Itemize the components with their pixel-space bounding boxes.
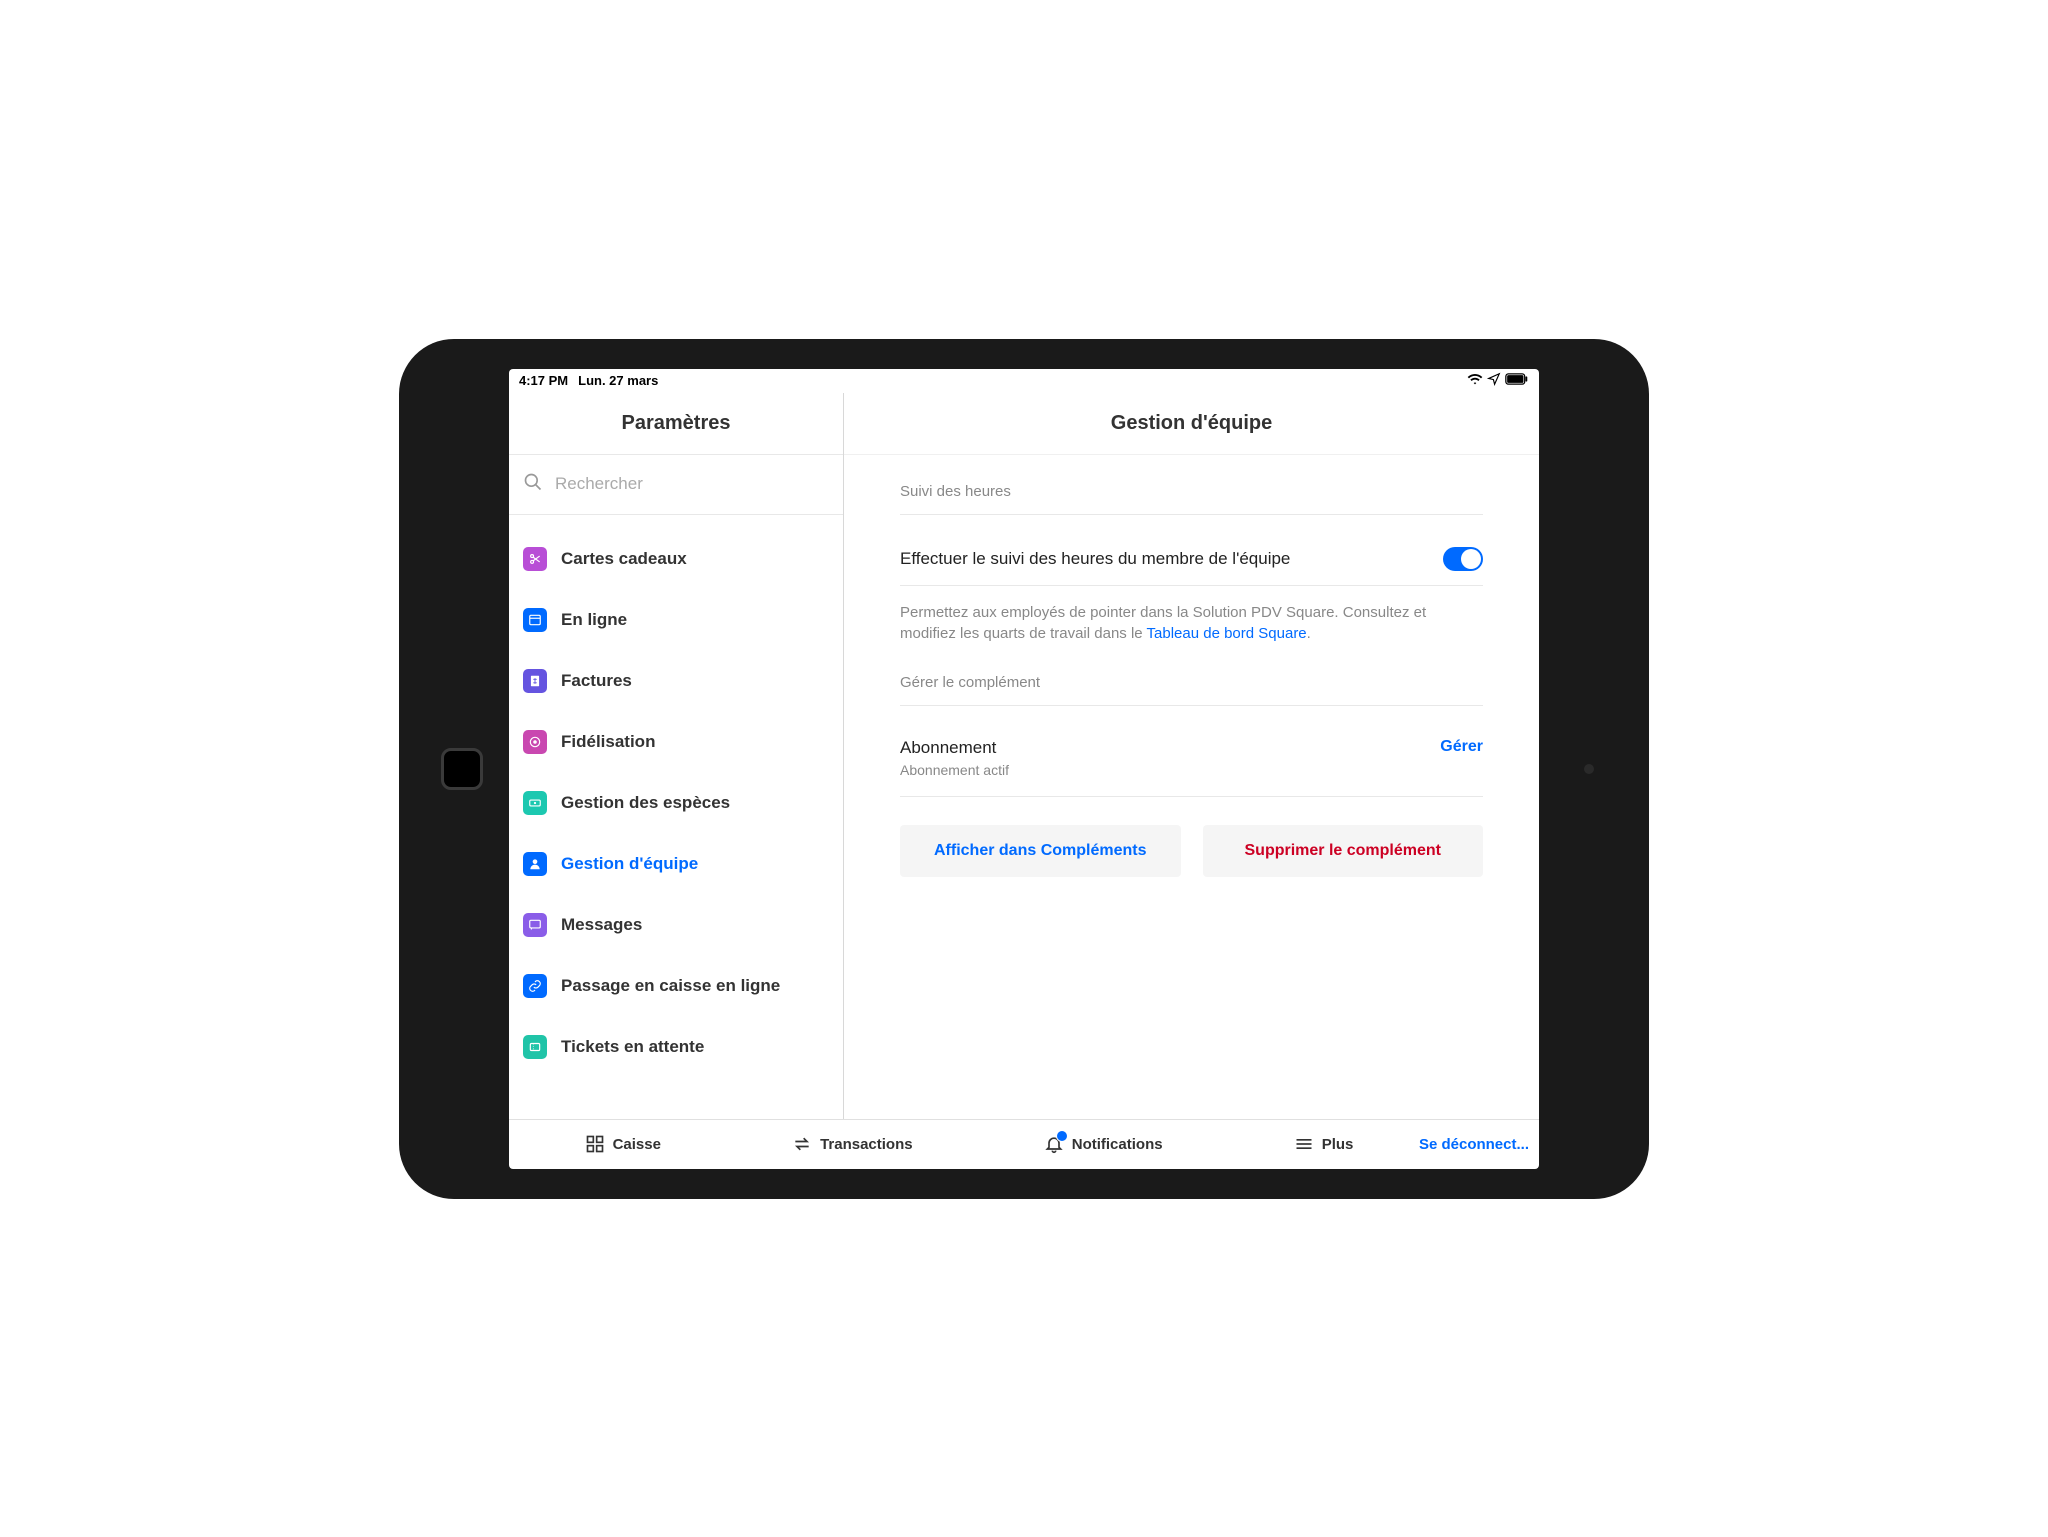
bottom-tab-label: Plus bbox=[1322, 1136, 1354, 1153]
chat-icon bbox=[523, 913, 547, 937]
menu-icon bbox=[1294, 1134, 1314, 1154]
browser-icon bbox=[523, 608, 547, 632]
grid-icon bbox=[585, 1134, 605, 1154]
sidebar-item-cartes-cadeaux[interactable]: Cartes cadeaux bbox=[509, 529, 843, 590]
search-icon bbox=[523, 472, 543, 497]
show-in-addons-button[interactable]: Afficher dans Compléments bbox=[900, 825, 1181, 877]
sidebar-item-label: Messages bbox=[561, 915, 642, 935]
cash-icon bbox=[523, 791, 547, 815]
bottom-tab-plus[interactable]: Plus bbox=[1294, 1134, 1354, 1154]
scissors-icon bbox=[523, 547, 547, 571]
status-time: 4:17 PM bbox=[519, 373, 568, 388]
sidebar-title: Paramètres bbox=[509, 393, 843, 455]
target-icon bbox=[523, 730, 547, 754]
location-icon bbox=[1487, 372, 1501, 389]
bottom-tab-caisse[interactable]: Caisse bbox=[585, 1134, 661, 1154]
section-manage-addon: Gérer le complément bbox=[900, 674, 1483, 706]
sidebar-item-label: Fidélisation bbox=[561, 732, 655, 752]
person-icon bbox=[523, 852, 547, 876]
bottom-bar: Caisse Transactions Notifications Plus S… bbox=[509, 1119, 1539, 1169]
bell-icon bbox=[1044, 1134, 1064, 1154]
sidebar-item-passage-en-caisse-en-ligne[interactable]: Passage en caisse en ligne bbox=[509, 956, 843, 1017]
home-button[interactable] bbox=[441, 748, 483, 790]
sidebar-item-label: Gestion d'équipe bbox=[561, 854, 698, 874]
status-bar: 4:17 PM Lun. 27 mars bbox=[509, 369, 1539, 393]
invoice-icon bbox=[523, 669, 547, 693]
camera bbox=[1584, 764, 1594, 774]
main-panel: Gestion d'équipe Suivi des heures Effect… bbox=[844, 393, 1539, 1119]
toggle-row-time-tracking: Effectuer le suivi des heures du membre … bbox=[900, 533, 1483, 586]
wifi-icon bbox=[1467, 371, 1483, 390]
search-input[interactable] bbox=[555, 474, 829, 494]
subscription-status: Abonnement actif bbox=[900, 762, 1009, 778]
swap-icon bbox=[792, 1134, 812, 1154]
sidebar-item-label: Factures bbox=[561, 671, 632, 691]
sidebar-item-fid-lisation[interactable]: Fidélisation bbox=[509, 712, 843, 773]
sidebar-item-en-ligne[interactable]: En ligne bbox=[509, 590, 843, 651]
logout-link[interactable]: Se déconnect... bbox=[1419, 1136, 1529, 1153]
delete-addon-button[interactable]: Supprimer le complément bbox=[1203, 825, 1484, 877]
bottom-tab-label: Transactions bbox=[820, 1136, 913, 1153]
sidebar-item-messages[interactable]: Messages bbox=[509, 895, 843, 956]
sidebar-item-label: Passage en caisse en ligne bbox=[561, 976, 780, 996]
battery-icon bbox=[1505, 373, 1529, 388]
sidebar-item-label: Gestion des espèces bbox=[561, 793, 730, 813]
bottom-tab-label: Notifications bbox=[1072, 1136, 1163, 1153]
sidebar-item-gestion-d-quipe[interactable]: Gestion d'équipe bbox=[509, 834, 843, 895]
sidebar-item-factures[interactable]: Factures bbox=[509, 651, 843, 712]
notification-badge bbox=[1056, 1130, 1068, 1142]
toggle-time-tracking[interactable] bbox=[1443, 547, 1483, 571]
description-text: Permettez aux employés de pointer dans l… bbox=[900, 586, 1483, 674]
dashboard-link[interactable]: Tableau de bord Square bbox=[1147, 625, 1307, 642]
search-row[interactable] bbox=[509, 455, 843, 515]
sidebar: Paramètres Cartes cadeaux En ligne Factu… bbox=[509, 393, 844, 1119]
bottom-tab-transactions[interactable]: Transactions bbox=[792, 1134, 913, 1154]
manage-link[interactable]: Gérer bbox=[1440, 738, 1483, 756]
link-icon bbox=[523, 974, 547, 998]
sidebar-item-label: En ligne bbox=[561, 610, 627, 630]
sidebar-item-label: Tickets en attente bbox=[561, 1037, 704, 1057]
sidebar-item-gestion-des-esp-ces[interactable]: Gestion des espèces bbox=[509, 773, 843, 834]
bottom-tab-label: Caisse bbox=[613, 1136, 661, 1153]
status-date: Lun. 27 mars bbox=[578, 373, 658, 388]
page-title: Gestion d'équipe bbox=[844, 393, 1539, 455]
section-time-tracking: Suivi des heures bbox=[900, 483, 1483, 515]
sidebar-item-label: Cartes cadeaux bbox=[561, 549, 687, 569]
subscription-row: Abonnement Abonnement actif Gérer bbox=[900, 724, 1483, 797]
bottom-tab-notifications[interactable]: Notifications bbox=[1044, 1134, 1163, 1154]
ticket-icon bbox=[523, 1035, 547, 1059]
sidebar-item-tickets-en-attente[interactable]: Tickets en attente bbox=[509, 1017, 843, 1078]
toggle-label: Effectuer le suivi des heures du membre … bbox=[900, 549, 1290, 569]
subscription-label: Abonnement bbox=[900, 738, 1009, 758]
